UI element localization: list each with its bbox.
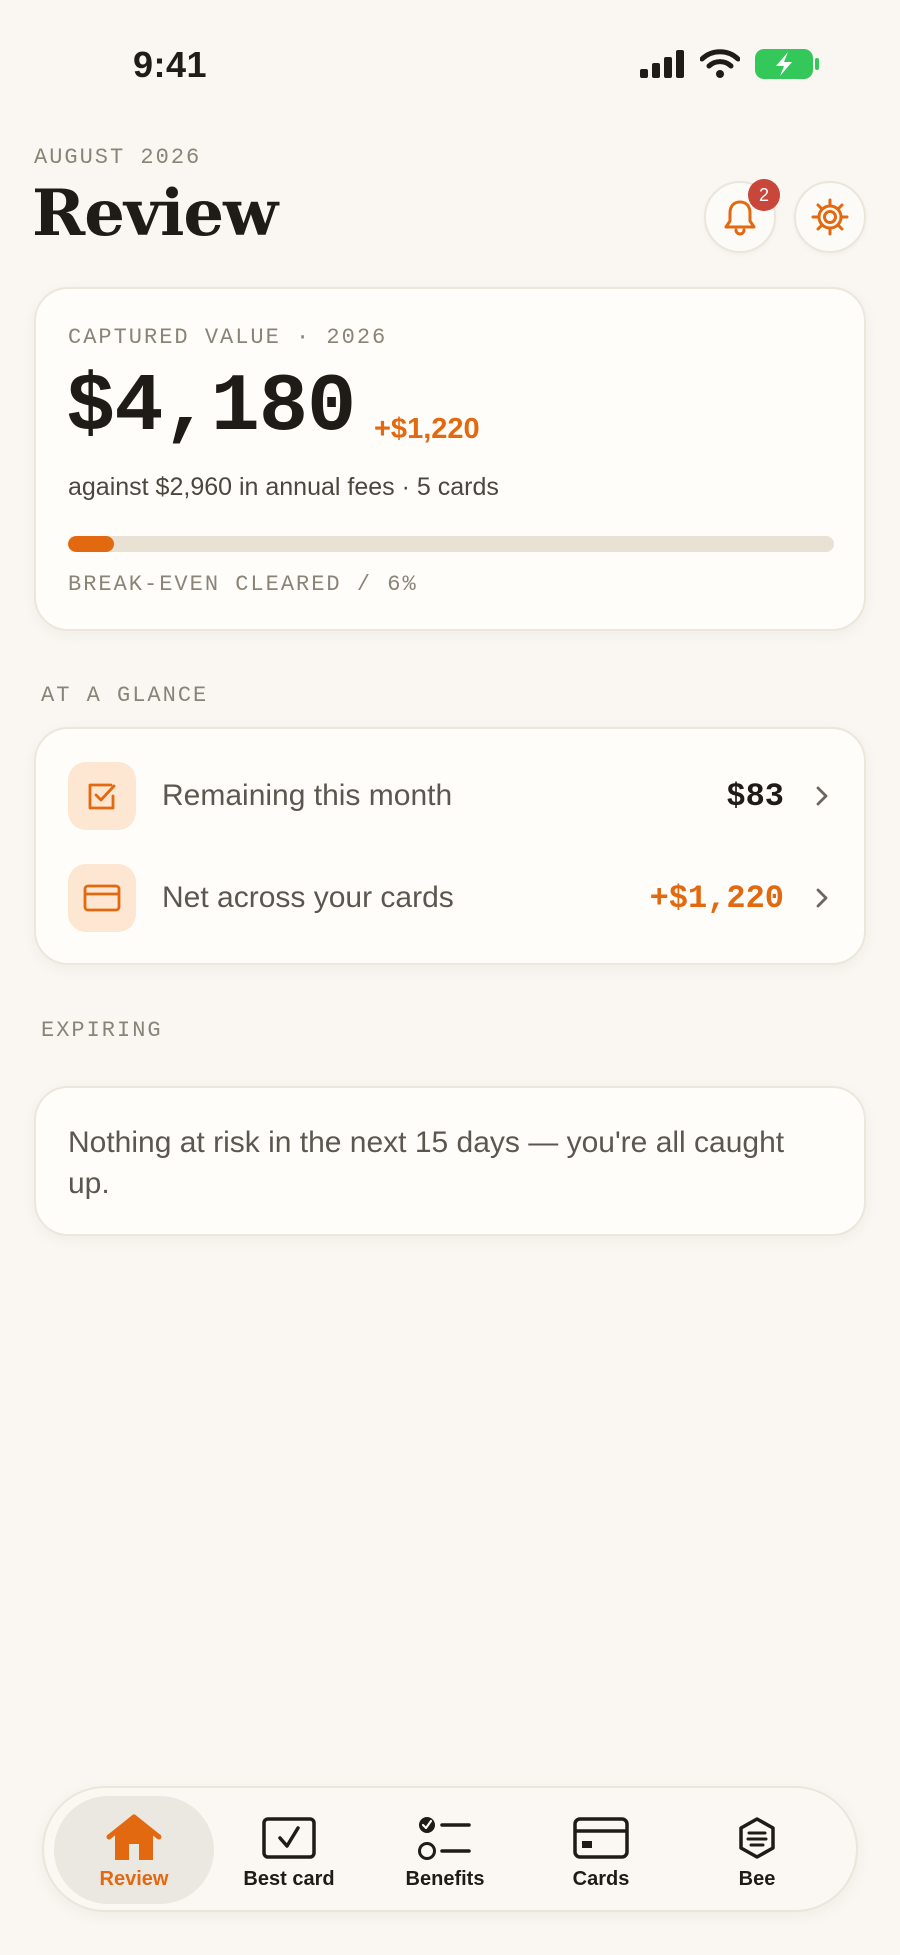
captured-value-delta: +$1,220 bbox=[374, 413, 480, 445]
expiring-card: Nothing at risk in the next 15 days — yo… bbox=[34, 1086, 866, 1236]
status-time: 9:41 bbox=[133, 44, 208, 85]
status-icons bbox=[640, 48, 820, 80]
captured-value-card[interactable]: CAPTURED VALUE · 2026 $4,180 +$1,220 aga… bbox=[34, 287, 866, 631]
signal-icon bbox=[640, 50, 684, 78]
expiring-message: Nothing at risk in the next 15 days — yo… bbox=[68, 1126, 785, 1200]
row-icon-container bbox=[68, 864, 136, 932]
remaining-this-month-row[interactable]: Remaining this month $83 bbox=[68, 761, 832, 831]
tab-label: Benefits bbox=[405, 1868, 485, 1890]
chevron-right-icon bbox=[812, 785, 832, 807]
net-across-cards-row[interactable]: Net across your cards +$1,220 bbox=[68, 863, 832, 933]
wifi-icon bbox=[700, 49, 740, 78]
expiring-heading: EXPIRING bbox=[41, 1018, 163, 1043]
tab-review[interactable]: Review bbox=[54, 1796, 214, 1904]
captured-value-label: CAPTURED VALUE · 2026 bbox=[68, 325, 388, 350]
captured-value-amount: $4,180 bbox=[66, 361, 356, 454]
row-value: +$1,220 bbox=[649, 879, 784, 917]
at-a-glance-card: Remaining this month $83 Net across your… bbox=[34, 727, 866, 965]
at-a-glance-heading: AT A GLANCE bbox=[41, 683, 209, 708]
tab-label: Cards bbox=[572, 1868, 630, 1890]
row-label: Net across your cards bbox=[162, 881, 454, 914]
card-icon bbox=[573, 1817, 629, 1859]
tab-bar: Review Best card Benefits Cards Bee bbox=[42, 1786, 858, 1912]
break-even-progress-fill bbox=[68, 536, 114, 552]
chevron-right-icon bbox=[812, 887, 832, 909]
row-value: $83 bbox=[726, 777, 784, 815]
tab-label: Best card bbox=[243, 1868, 335, 1890]
month-eyebrow: AUGUST 2026 bbox=[34, 145, 202, 170]
row-icon-container bbox=[68, 762, 136, 830]
row-label: Remaining this month bbox=[162, 779, 453, 812]
break-even-progress bbox=[68, 536, 834, 552]
house-icon bbox=[106, 1814, 162, 1860]
card-icon bbox=[83, 884, 121, 912]
page-title: Review bbox=[32, 176, 278, 251]
checkbox-icon bbox=[88, 783, 116, 810]
bee-icon bbox=[739, 1817, 775, 1859]
status-bar: 9:41 bbox=[0, 0, 900, 120]
notifications-button[interactable]: 2 bbox=[704, 179, 780, 253]
tab-cards[interactable]: Cards bbox=[521, 1796, 681, 1904]
battery-charging-icon bbox=[755, 49, 819, 79]
tab-label: Bee bbox=[738, 1868, 776, 1890]
checked-card-icon bbox=[262, 1817, 316, 1859]
tab-label: Review bbox=[99, 1868, 169, 1890]
settings-button[interactable] bbox=[794, 181, 866, 253]
captured-value-subtitle: against $2,960 in annual fees · 5 cards bbox=[68, 473, 499, 501]
list-icon bbox=[418, 1817, 471, 1860]
gear-icon bbox=[811, 198, 849, 236]
notification-badge: 2 bbox=[748, 179, 780, 211]
tab-benefits[interactable]: Benefits bbox=[365, 1796, 525, 1904]
break-even-label: BREAK-EVEN CLEARED / 6% bbox=[68, 572, 418, 597]
tab-best-card[interactable]: Best card bbox=[209, 1796, 369, 1904]
tab-bee[interactable]: Bee bbox=[677, 1796, 837, 1904]
